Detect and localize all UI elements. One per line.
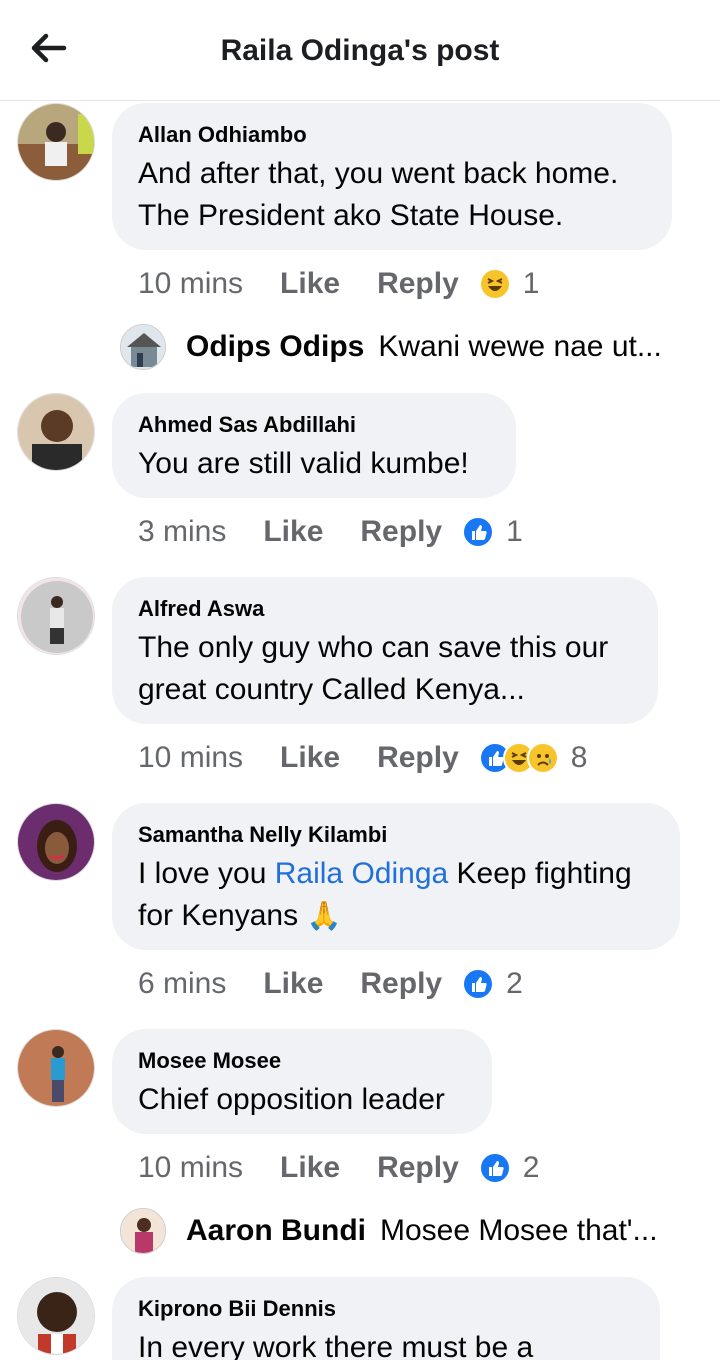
comment-text: great country Called Kenya... — [138, 673, 525, 706]
reaction-summary[interactable]: 2 — [478, 1151, 540, 1185]
comment-text: The President ako State House. — [138, 199, 564, 232]
reaction-count: 1 — [522, 267, 540, 300]
like-button[interactable]: Like — [263, 515, 323, 549]
comment-text-part: for Kenyans — [138, 899, 299, 932]
comment-bubble[interactable]: Samantha Nelly Kilambi I love you Raila … — [112, 803, 680, 950]
avatar[interactable] — [17, 1029, 95, 1107]
comment-text: I love you Raila Odinga Keep fighting — [138, 853, 654, 895]
comment-bubble[interactable]: Allan Odhiambo And after that, you went … — [112, 103, 672, 250]
page-title: Raila Odinga's post — [220, 34, 500, 67]
comment-meta: 10 mins Like Reply 8 — [138, 738, 587, 778]
reaction-summary[interactable]: 2 — [462, 967, 523, 1001]
comment-time: 3 mins — [138, 515, 227, 548]
like-reaction-icon — [462, 516, 495, 548]
comment-meta: 3 mins Like Reply 1 — [138, 512, 523, 552]
comment-text: And after that, you went back home. — [138, 157, 619, 190]
reply-button[interactable]: Reply — [377, 741, 459, 775]
comment-time: 10 mins — [138, 1151, 244, 1184]
reply-button[interactable]: Reply — [377, 1151, 459, 1185]
like-button[interactable]: Like — [280, 267, 340, 301]
reaction-summary[interactable]: 1 — [462, 515, 523, 549]
comment-bubble[interactable]: Alfred Aswa The only guy who can save th… — [112, 577, 658, 724]
reply-text: Kwani wewe nae ut... — [378, 330, 662, 363]
comment-meta: 10 mins Like Reply 2 — [138, 1148, 539, 1188]
comment-text-part: Keep fighting — [448, 857, 632, 890]
comment-text-part: I love you — [138, 857, 275, 890]
reply-author[interactable]: Aaron Bundi — [186, 1214, 366, 1248]
like-button[interactable]: Like — [280, 1151, 340, 1185]
reaction-summary[interactable]: 1 — [478, 267, 540, 301]
comment-bubble[interactable]: Ahmed Sas Abdillahi You are still valid … — [112, 393, 516, 498]
comment-meta: 10 mins Like Reply 1 — [138, 264, 539, 304]
reply-button[interactable]: Reply — [360, 967, 442, 1001]
avatar — [120, 1208, 166, 1254]
comment-bubble[interactable]: Kiprono Bii Dennis In every work there m… — [112, 1277, 660, 1360]
comment-text: Chief opposition leader — [138, 1083, 445, 1116]
comment-author[interactable]: Samantha Nelly Kilambi — [138, 821, 654, 849]
reaction-count: 1 — [506, 515, 523, 548]
comment-text: for Kenyans 🙏 — [138, 895, 654, 937]
comment-text: The only guy who can save this our — [138, 631, 609, 664]
reply-preview[interactable]: Aaron Bundi Mosee Mosee that'... — [120, 1206, 658, 1256]
comment-author[interactable]: Kiprono Bii Dennis — [138, 1295, 634, 1323]
sad-reaction-icon — [526, 742, 559, 774]
mention-link[interactable]: Raila Odinga — [275, 857, 448, 890]
reaction-count: 2 — [522, 1151, 540, 1184]
comment-time: 10 mins — [138, 267, 244, 300]
avatar[interactable] — [17, 103, 95, 181]
comment-author[interactable]: Mosee Mosee — [138, 1047, 466, 1075]
avatar[interactable] — [17, 393, 95, 471]
comment-text: In every work there must be a — [138, 1331, 534, 1360]
reaction-count: 2 — [506, 967, 523, 1000]
avatar[interactable] — [17, 577, 95, 655]
comment-author[interactable]: Allan Odhiambo — [138, 121, 646, 149]
top-bar: Raila Odinga's post — [0, 0, 720, 101]
reply-button[interactable]: Reply — [360, 515, 442, 549]
reply-text: Mosee Mosee that'... — [380, 1214, 658, 1247]
comment-time: 6 mins — [138, 967, 227, 1000]
comment-time: 10 mins — [138, 741, 244, 774]
like-button[interactable]: Like — [280, 741, 340, 775]
like-reaction-icon — [478, 1152, 511, 1184]
comment-author[interactable]: Alfred Aswa — [138, 595, 632, 623]
avatar — [120, 324, 166, 370]
reaction-summary[interactable]: 8 — [478, 741, 588, 775]
reply-preview[interactable]: Odips Odips Kwani wewe nae ut... — [120, 322, 662, 372]
praying-hands-emoji: 🙏 — [306, 900, 342, 931]
reply-button[interactable]: Reply — [377, 267, 459, 301]
reply-author[interactable]: Odips Odips — [186, 330, 364, 364]
comment-meta: 6 mins Like Reply 2 — [138, 964, 523, 1004]
avatar[interactable] — [17, 1277, 95, 1355]
like-reaction-icon — [462, 968, 495, 1000]
comment-bubble[interactable]: Mosee Mosee Chief opposition leader — [112, 1029, 492, 1134]
avatar[interactable] — [17, 803, 95, 881]
reaction-count: 8 — [570, 741, 588, 774]
haha-reaction-icon — [478, 268, 511, 300]
like-button[interactable]: Like — [263, 967, 323, 1001]
comment-text: You are still valid kumbe! — [138, 447, 469, 480]
comment-author[interactable]: Ahmed Sas Abdillahi — [138, 411, 490, 439]
